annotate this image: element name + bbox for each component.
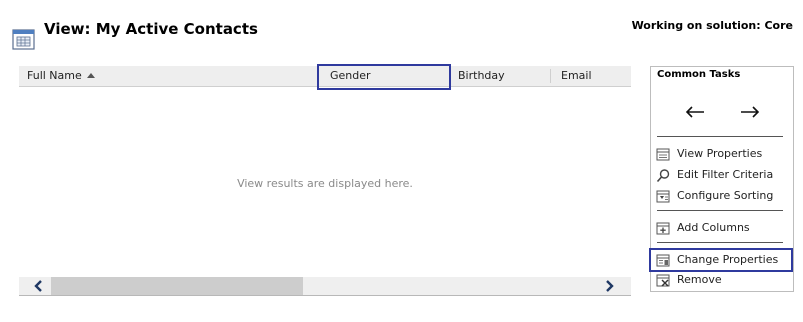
column-label: Email bbox=[561, 69, 592, 82]
empty-results-message: View results are displayed here. bbox=[237, 177, 413, 190]
task-label: Configure Sorting bbox=[677, 189, 774, 202]
divider bbox=[657, 210, 783, 211]
arrow-left-icon[interactable] bbox=[684, 105, 706, 119]
view-icon bbox=[12, 29, 35, 50]
task-label: View Properties bbox=[677, 147, 763, 160]
divider bbox=[657, 242, 783, 243]
grid-bottom-border bbox=[19, 295, 631, 296]
add-columns-icon bbox=[656, 222, 670, 235]
change-properties-highlight bbox=[649, 248, 793, 272]
arrow-right-icon[interactable] bbox=[739, 105, 761, 119]
divider bbox=[657, 136, 783, 137]
task-label: Add Columns bbox=[677, 221, 750, 234]
scrollbar-thumb[interactable] bbox=[51, 277, 303, 295]
column-label: Full Name bbox=[27, 69, 82, 82]
column-header-birthday[interactable]: Birthday bbox=[450, 66, 550, 86]
view-properties-icon bbox=[656, 148, 670, 161]
solution-label: Working on solution: Core bbox=[631, 19, 793, 32]
column-label: Birthday bbox=[458, 69, 505, 82]
task-label: Edit Filter Criteria bbox=[677, 168, 774, 181]
column-header-full-name[interactable]: Full Name bbox=[19, 66, 317, 86]
column-header-email[interactable]: Email bbox=[553, 66, 631, 86]
scroll-right-icon[interactable] bbox=[597, 277, 621, 295]
sort-icon bbox=[656, 190, 670, 203]
view-preview-grid: Full Name Gender Birthday Email View res… bbox=[19, 64, 631, 296]
magnifier-icon bbox=[656, 169, 670, 183]
scroll-left-icon[interactable] bbox=[27, 277, 51, 295]
gender-column-highlight bbox=[317, 64, 451, 90]
horizontal-scrollbar[interactable] bbox=[19, 277, 631, 295]
task-label: Remove bbox=[677, 273, 722, 286]
column-divider bbox=[550, 69, 551, 83]
common-tasks-title: Common Tasks bbox=[657, 69, 741, 80]
remove-icon bbox=[656, 274, 670, 287]
sort-ascending-icon bbox=[86, 72, 95, 78]
page-title: View: My Active Contacts bbox=[44, 20, 258, 38]
